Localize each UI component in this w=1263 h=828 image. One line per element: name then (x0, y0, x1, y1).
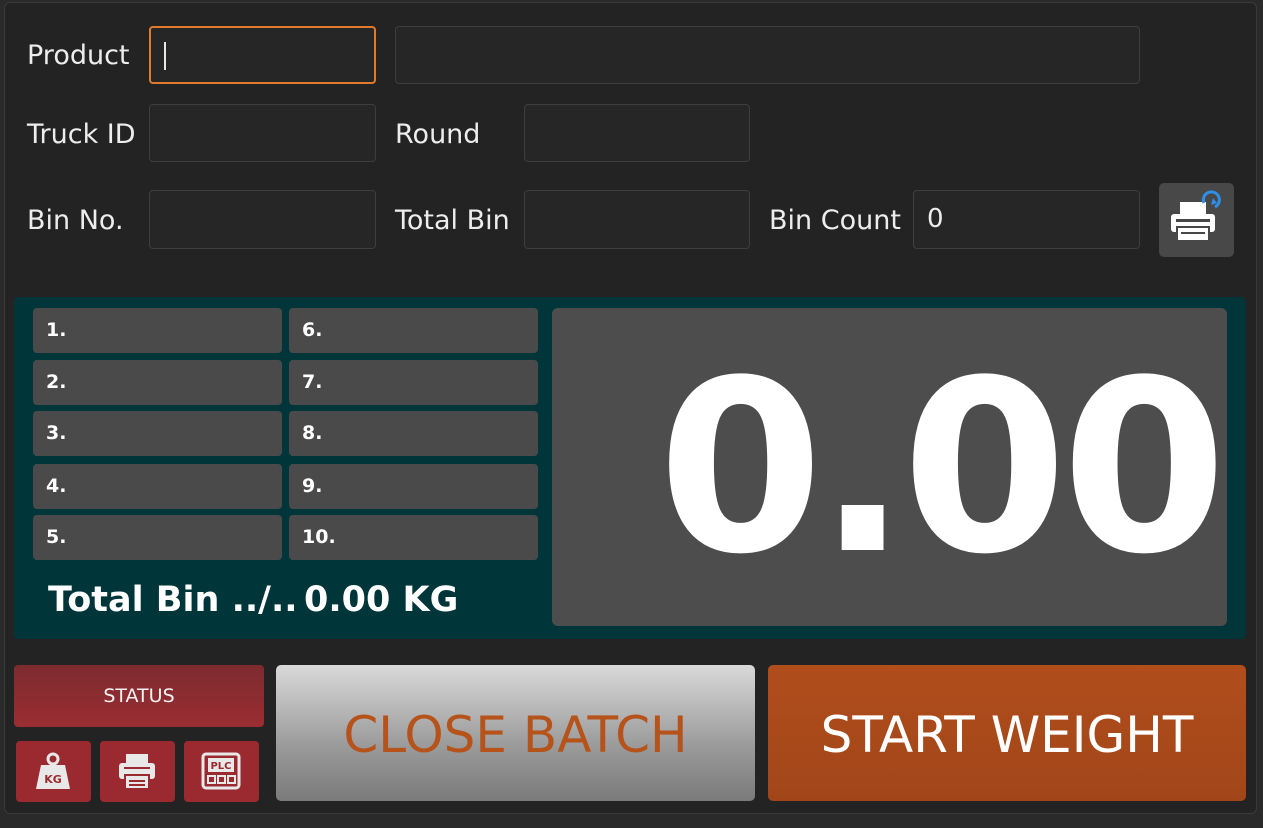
status-indicator: STATUS (14, 665, 264, 727)
bin-slot-9: 9. (289, 464, 538, 509)
total-bin-label: Total Bin (395, 205, 510, 236)
close-batch-button[interactable]: CLOSE BATCH (276, 665, 755, 801)
reprint-button[interactable] (1159, 183, 1234, 257)
total-weight-summary: 0.00 KG (304, 580, 459, 620)
round-label: Round (395, 119, 481, 150)
kg-weight-icon: KG (36, 752, 70, 789)
plc-button[interactable]: PLC (184, 741, 259, 802)
bin-slot-1: 1. (33, 308, 282, 353)
bin-slot-8: 8. (289, 411, 538, 456)
truck-id-input[interactable] (149, 104, 376, 162)
scale-button[interactable]: KG (16, 741, 91, 802)
plc-icon: PLC (201, 752, 241, 790)
round-input[interactable] (524, 104, 750, 162)
bin-no-label: Bin No. (27, 205, 124, 236)
svg-text:PLC: PLC (210, 761, 231, 772)
bin-count-field[interactable]: 0 (913, 190, 1140, 249)
weight-display: 0.00 (552, 308, 1227, 626)
weight-value: 0.00 (657, 330, 1227, 607)
product-label: Product (27, 40, 130, 71)
bin-slot-5: 5. (33, 515, 282, 560)
bin-no-input[interactable] (149, 190, 376, 249)
bin-slot-3: 3. (33, 411, 282, 456)
truck-id-label: Truck ID (27, 119, 136, 150)
bin-count-label: Bin Count (769, 205, 901, 236)
printer-icon (119, 754, 155, 790)
bin-slot-6: 6. (289, 308, 538, 353)
product-code-input[interactable] (149, 26, 376, 84)
total-bin-summary: Total Bin ../.. (48, 580, 298, 620)
printer-refresh-icon (1171, 190, 1221, 242)
product-name-field[interactable] (395, 26, 1140, 84)
text-caret (164, 42, 166, 70)
bin-slot-7: 7. (289, 360, 538, 405)
bin-slot-10: 10. (289, 515, 538, 560)
start-weight-button[interactable]: START WEIGHT (768, 665, 1246, 801)
print-button[interactable] (100, 741, 175, 802)
bin-slot-4: 4. (33, 464, 282, 509)
total-bin-input[interactable] (524, 190, 750, 249)
svg-text:KG: KG (44, 773, 62, 786)
bin-slot-2: 2. (33, 360, 282, 405)
